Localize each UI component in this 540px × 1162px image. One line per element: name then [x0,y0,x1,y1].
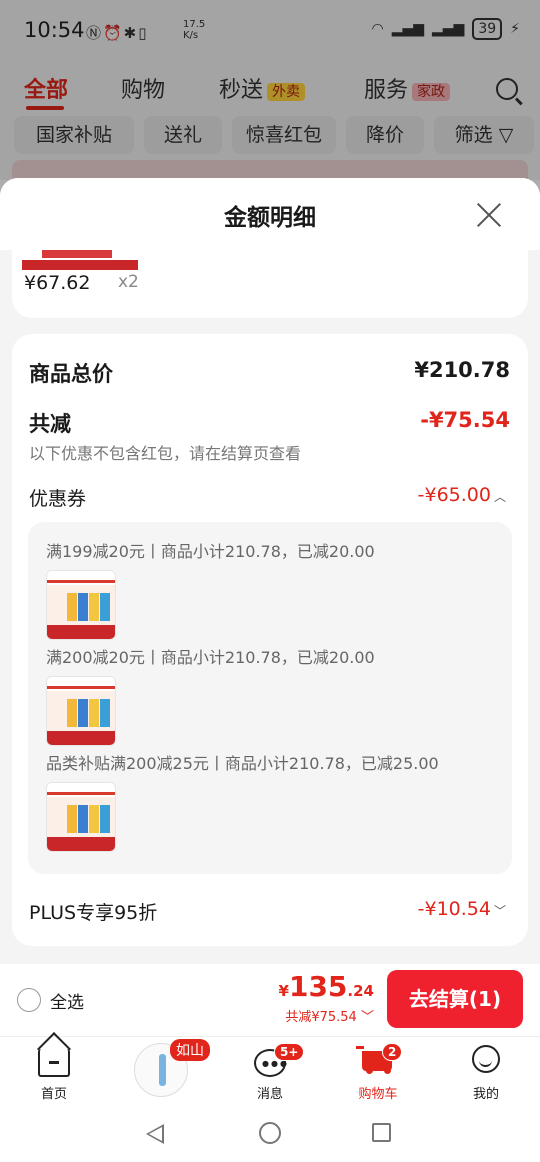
messages-badge: 5+ [274,1043,305,1061]
coupon-rule: 满200减20元丨商品小计210.78，已减20.00 [46,648,375,667]
product-thumbnail [22,250,138,270]
amount-detail-sheet: 金额明细 ¥67.62 x2 商品总价 ¥210.78 共减 -¥75.54 以… [0,178,540,964]
plus-discount-label: PLUS专享95折 [29,902,158,924]
cart-wheel [366,1067,373,1074]
amount-integer: 135 [288,970,348,1003]
discount-value: -¥75.54 [420,408,510,432]
recent-apps-icon[interactable] [372,1123,391,1142]
coupon-details: 满199减20元丨商品小计210.78，已减20.00 满200减20元丨商品小… [28,522,512,874]
coupon-label: 优惠券 [29,488,87,510]
total-label: 商品总价 [29,362,113,386]
discount-note: 以下优惠不包含红包，请在结算页查看 [29,444,302,463]
thumb-box [89,699,99,727]
plus-discount-toggle[interactable]: -¥10.54 ﹀ [418,898,506,920]
thumbnail-strip [42,250,112,258]
thumb-top [47,571,115,583]
nav-messages-label: 消息 [256,1087,283,1102]
cart-badge: 2 [382,1043,403,1061]
product-bottle-icon [159,1054,166,1086]
back-icon[interactable] [146,1124,164,1144]
message-dots: ●●● [262,1059,289,1068]
saved-amount: 共减¥75.54 [285,1010,357,1025]
thumb-box [67,805,77,833]
product-thumbnail [46,570,116,640]
thumb-bottom [47,731,115,745]
total-amount: ¥135.24 [279,970,374,1003]
nav-home-label: 首页 [40,1087,67,1102]
total-value: ¥210.78 [414,358,510,382]
featured-tag: 如山 [170,1039,210,1061]
close-icon[interactable] [476,202,502,228]
product-quantity: x2 [118,272,139,292]
bottom-nav: 首页 如山 ●●● 5+ 消息 2 购物车 我的 [0,1036,540,1108]
thumb-top [47,783,115,795]
product-price: ¥67.62 [24,272,91,294]
thumb-top [47,677,115,689]
home-icon [38,1049,70,1077]
thumb-bottom [47,837,115,851]
thumb-box [89,593,99,621]
discount-label: 共减 [29,412,71,436]
saved-amount-toggle[interactable]: 共减¥75.54 ﹀ [285,1006,374,1025]
plus-discount-value: -¥10.54 [417,898,491,920]
chevron-down-icon: ﹀ [493,904,506,918]
amount-decimal: .24 [347,982,374,1000]
coupon-rule: 品类补贴满200减25元丨商品小计210.78，已减25.00 [46,754,439,773]
user-icon [472,1045,500,1073]
thumb-box [89,805,99,833]
thumb-box [67,699,77,727]
thumb-box [78,805,88,833]
coupon-toggle[interactable]: -¥65.00 ︿ [418,484,506,506]
thumb-box [78,593,88,621]
currency-symbol: ¥ [278,982,289,1000]
select-all-checkbox[interactable] [17,988,41,1012]
home-button-icon[interactable] [259,1122,281,1144]
chevron-up-icon: ︿ [493,490,506,504]
cart-wheel [384,1067,391,1074]
sheet-header: 金额明细 [0,178,540,250]
thumb-box [100,593,110,621]
sheet-title: 金额明细 [224,205,316,231]
thumb-box [78,699,88,727]
select-all-label[interactable]: 全选 [50,988,84,1013]
checkout-bar: 全选 ¥135.24 共减¥75.54 ﹀ 去结算(1) [0,964,540,1036]
nav-me-label: 我的 [472,1087,499,1102]
checkout-button[interactable]: 去结算(1) [387,970,523,1028]
thumb-bottom [47,625,115,639]
nav-cart-label: 购物车 [358,1087,398,1102]
product-thumbnail [46,676,116,746]
thumb-box [100,699,110,727]
thumb-box [67,593,77,621]
coupon-value: -¥65.00 [417,484,491,506]
chevron-down-icon: ﹀ [360,1010,374,1025]
system-nav-bar [0,1108,540,1162]
product-thumbnail [46,782,116,852]
coupon-rule: 满199减20元丨商品小计210.78，已减20.00 [46,542,375,561]
thumb-box [100,805,110,833]
price-summary-card: 商品总价 ¥210.78 共减 -¥75.54 以下优惠不包含红包，请在结算页查… [12,334,528,946]
product-card: ¥67.62 x2 [12,250,528,318]
